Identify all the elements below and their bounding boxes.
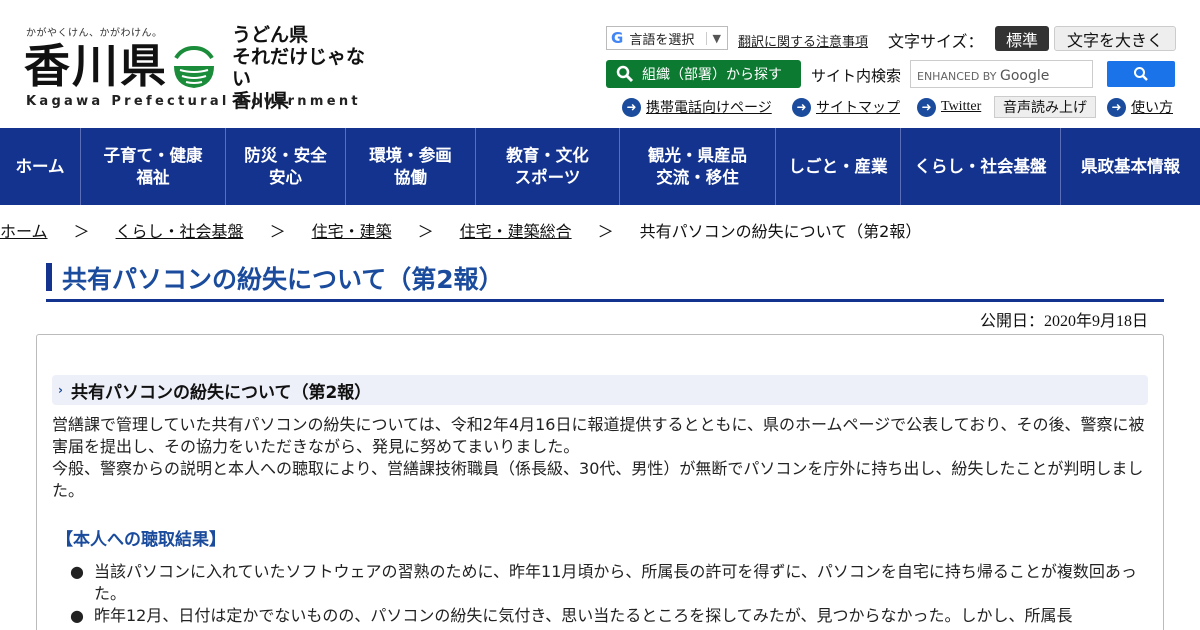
nav-work-industry[interactable]: しごと・産業 (776, 128, 901, 205)
search-icon (616, 65, 634, 83)
page-title-text: 共有パソコンの紛失について（第2報） (62, 265, 504, 294)
arrow-right-icon: ➜ (917, 97, 936, 117)
site-search-label: サイト内検索 (811, 67, 902, 85)
google-g-icon: G (611, 29, 624, 47)
font-size-label: 文字サイズ： (888, 32, 984, 51)
page-title: 共有パソコンの紛失について（第2報） (46, 260, 1164, 302)
read-aloud-button[interactable]: 音声読み上げ (994, 96, 1096, 118)
site-logo[interactable]: かがやくけん、かがわけん。 香川県 うどん県 それだけじゃない 香川県 Kaga… (24, 22, 374, 114)
org-search-button[interactable]: 組織（部署）から探す (606, 60, 801, 88)
sitemap-link[interactable]: ➜ サイトマップ (792, 96, 900, 118)
usage-link[interactable]: ➜ 使い方 (1107, 96, 1173, 118)
body-paragraph: 営繕課で管理していた共有パソコンの紛失については、令和2年4月16日に報道提供す… (52, 415, 1145, 456)
arrow-right-icon: ➜ (622, 97, 641, 117)
nav-disaster-safety[interactable]: 防災・安全 安心 (226, 128, 346, 205)
breadcrumb-living[interactable]: くらし・社会基盤 (116, 218, 244, 242)
bullet-icon: ● (70, 562, 84, 581)
search-icon (1134, 67, 1148, 81)
nav-prefecture-info[interactable]: 県政基本情報 (1061, 128, 1200, 205)
breadcrumb-housing[interactable]: 住宅・建築 (312, 218, 392, 242)
mobile-page-link[interactable]: ➜ 携帯電話向けページ (622, 96, 772, 118)
font-size-standard-button[interactable]: 標準 (995, 26, 1049, 51)
language-select[interactable]: G 言語を選択 ▼ (606, 26, 728, 50)
translation-notice-link[interactable]: 翻訳に関する注意事項 (738, 31, 868, 50)
twitter-link[interactable]: ➜ Twitter (917, 96, 981, 118)
global-nav: ホーム 子育て・健康 福祉 防災・安全 安心 環境・参画 協働 教育・文化 スポ… (0, 128, 1200, 205)
font-size-large-button[interactable]: 文字を大きく (1054, 26, 1176, 51)
logo-tagline: かがやくけん、かがわけん。 (26, 28, 163, 39)
publish-date: 公開日：2020年9月18日 (979, 313, 1148, 330)
section-heading: › 共有パソコンの紛失について（第2報） (52, 375, 1148, 405)
chevron-down-icon: ▼ (705, 31, 727, 45)
subheading: 【本人への聴取結果】 (56, 530, 226, 550)
logo-kanji: 香川県 (24, 41, 168, 92)
breadcrumb-current: 共有パソコンの紛失について（第2報） (639, 222, 922, 241)
bullet-icon: ● (70, 606, 84, 625)
title-accent-bar (46, 263, 52, 291)
chevron-right-icon: › (58, 383, 63, 397)
nav-living[interactable]: くらし・社会基盤 (901, 128, 1061, 205)
nav-education-culture[interactable]: 教育・文化 スポーツ (476, 128, 620, 205)
udon-bowl-icon (174, 45, 214, 88)
breadcrumb-home[interactable]: ホーム (0, 218, 48, 242)
body-paragraph: 今般、警察からの説明と本人への聴取により、営繕課技術職員（係長級、30代、男性）… (52, 459, 1144, 500)
site-search-input[interactable]: ENHANCED BY Google (910, 60, 1093, 88)
nav-home[interactable]: ホーム (0, 128, 81, 205)
logo-english: Kagawa Prefectural Government (26, 94, 361, 109)
nav-childcare-health[interactable]: 子育て・健康 福祉 (81, 128, 226, 205)
arrow-right-icon: ➜ (1107, 97, 1126, 117)
breadcrumb: ホーム ＞ くらし・社会基盤 ＞ 住宅・建築 ＞ 住宅・建築総合 ＞ 共有パソコ… (0, 219, 921, 241)
breadcrumb-housing-general[interactable]: 住宅・建築総合 (460, 218, 572, 242)
nav-environment[interactable]: 環境・参画 協働 (346, 128, 476, 205)
site-search-button[interactable] (1107, 61, 1175, 87)
site-header: かがやくけん、かがわけん。 香川県 うどん県 それだけじゃない 香川県 Kaga… (0, 0, 1200, 128)
arrow-right-icon: ➜ (792, 97, 811, 117)
nav-tourism[interactable]: 観光・県産品 交流・移住 (620, 128, 776, 205)
